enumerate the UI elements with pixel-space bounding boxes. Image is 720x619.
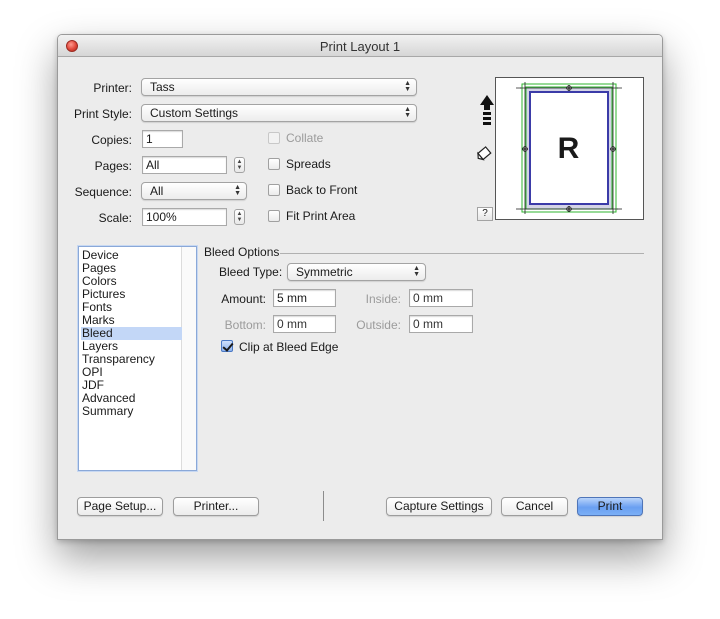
- back-to-front-label: Back to Front: [286, 183, 358, 197]
- window-title: Print Layout 1: [319, 39, 401, 54]
- print-dialog-window: Print Layout 1 Printer: Tass ▲ ▼ Print St…: [57, 34, 663, 540]
- sequence-select[interactable]: All ▲ ▼: [141, 182, 247, 200]
- page-orientation-icon[interactable]: [476, 145, 494, 163]
- inside-input[interactable]: 0 mm: [409, 289, 473, 307]
- bleed-type-value: Symmetric: [296, 265, 353, 279]
- scale-input[interactable]: 100%: [142, 208, 227, 226]
- sequence-value: All: [150, 184, 164, 198]
- page-preview-letter: R: [557, 132, 580, 165]
- print-style-select[interactable]: Custom Settings ▲ ▼: [141, 104, 417, 122]
- amount-label: Amount:: [221, 292, 266, 306]
- pages-label: Pages:: [94, 159, 132, 173]
- bleed-type-label: Bleed Type:: [219, 265, 283, 279]
- amount-input[interactable]: 5 mm: [273, 289, 336, 307]
- printer-value: Tass: [150, 80, 175, 94]
- fit-print-area-checkbox[interactable]: [268, 210, 280, 222]
- outside-input[interactable]: 0 mm: [409, 315, 473, 333]
- outside-label: Outside:: [356, 318, 401, 332]
- print-button[interactable]: Print: [577, 497, 643, 516]
- print-style-label: Print Style:: [73, 107, 132, 121]
- collate-label: Collate: [286, 131, 324, 145]
- popup-arrows-icon: ▲ ▼: [413, 265, 420, 278]
- bleed-type-select[interactable]: Symmetric ▲ ▼: [287, 263, 426, 281]
- button-separator: [323, 491, 324, 521]
- bleed-options-heading: Bleed Options: [204, 245, 280, 259]
- feed-direction-arrow-icon: [480, 95, 494, 125]
- back-to-front-checkbox[interactable]: [268, 184, 280, 196]
- category-list[interactable]: Device Pages Colors Pictures Fonts Marks…: [78, 246, 197, 471]
- scale-label: Scale:: [98, 211, 132, 225]
- print-style-value: Custom Settings: [150, 106, 239, 120]
- clip-at-bleed-edge-checkbox[interactable]: [221, 340, 233, 352]
- copies-input[interactable]: 1: [142, 130, 183, 148]
- collate-checkbox[interactable]: [268, 132, 280, 144]
- help-button[interactable]: ?: [477, 207, 493, 221]
- pages-input[interactable]: All: [142, 156, 227, 174]
- category-summary[interactable]: Summary: [81, 405, 182, 418]
- spreads-label: Spreads: [286, 157, 331, 171]
- printer-label: Printer:: [93, 81, 132, 95]
- bottom-label: Bottom:: [224, 318, 266, 332]
- category-list-scrollbar[interactable]: [181, 247, 196, 470]
- bottom-input[interactable]: 0 mm: [273, 315, 336, 333]
- cancel-button[interactable]: Cancel: [501, 497, 568, 516]
- popup-arrows-icon: ▲ ▼: [404, 106, 411, 119]
- spreads-checkbox[interactable]: [268, 158, 280, 170]
- bleed-options-separator: [280, 253, 644, 254]
- page-preview: R: [495, 77, 644, 220]
- scale-stepper[interactable]: ▲ ▼: [234, 209, 245, 225]
- popup-arrows-icon: ▲ ▼: [234, 184, 241, 197]
- fit-print-area-label: Fit Print Area: [286, 209, 356, 223]
- title-bar: Print Layout 1: [58, 35, 662, 57]
- clip-at-bleed-edge-label: Clip at Bleed Edge: [239, 340, 339, 354]
- popup-arrows-icon: ▲ ▼: [404, 80, 411, 93]
- printer-button[interactable]: Printer...: [173, 497, 259, 516]
- pages-stepper[interactable]: ▲ ▼: [234, 157, 245, 173]
- page-setup-button[interactable]: Page Setup...: [77, 497, 163, 516]
- copies-label: Copies:: [91, 133, 132, 147]
- sequence-label: Sequence:: [74, 185, 132, 199]
- printer-select[interactable]: Tass ▲ ▼: [141, 78, 417, 96]
- inside-label: Inside:: [365, 292, 401, 306]
- capture-settings-button[interactable]: Capture Settings: [386, 497, 492, 516]
